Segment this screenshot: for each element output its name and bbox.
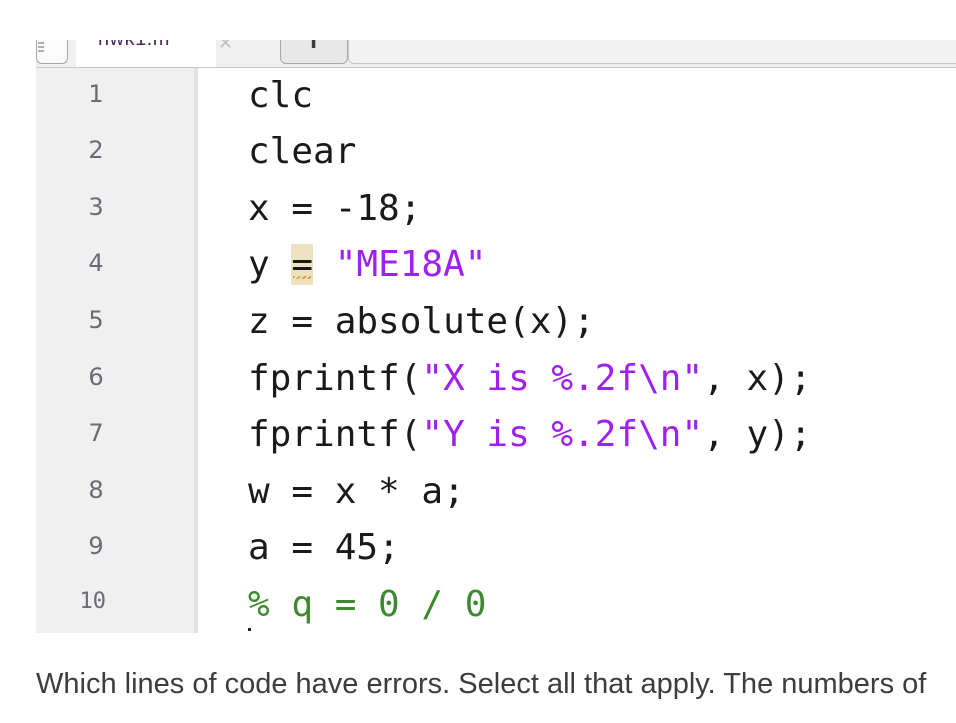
code-line[interactable]: a = 45;	[248, 520, 400, 576]
code-token: , x);	[703, 358, 812, 399]
code-line[interactable]: fprintf("X is %.2f\n", x);	[248, 351, 812, 407]
code-line[interactable]: z = absolute(x);	[248, 294, 595, 350]
comment-text: % q = 0 / 0	[248, 584, 487, 625]
line-number: 9	[88, 532, 104, 560]
string-literal: "Y is %.2f\n"	[421, 414, 704, 455]
line-number: 4	[88, 249, 104, 277]
close-icon[interactable]: ✕	[218, 40, 233, 53]
code-line[interactable]: fprintf("Y is %.2f\n", y);	[248, 407, 812, 463]
tab-strip-empty-area	[348, 40, 956, 64]
code-token: a = 45;	[248, 527, 400, 568]
new-tab-button[interactable]: +	[280, 40, 348, 64]
editor-tab-strip: hwk1.m ✕ +	[36, 40, 956, 68]
code-line[interactable]: clc	[248, 68, 313, 124]
line-number: 2	[88, 136, 104, 164]
tab-list-icon	[38, 40, 44, 52]
code-token: w = x * a;	[248, 471, 465, 512]
code-token: clear	[248, 131, 357, 172]
warning-highlight: =	[291, 244, 314, 285]
tab-title[interactable]: hwk1.m	[98, 40, 170, 51]
tab-list-button[interactable]	[36, 40, 68, 64]
code-token: clc	[248, 75, 314, 116]
line-number: 1	[88, 80, 104, 108]
code-token: x = -18;	[248, 188, 422, 229]
string-literal: "ME18A"	[334, 244, 487, 285]
code-token: z = absolute(x);	[248, 301, 595, 342]
line-number: 10	[79, 589, 107, 614]
line-number: 3	[88, 193, 104, 221]
code-line[interactable]: w = x * a;	[248, 464, 465, 520]
plus-icon: +	[301, 40, 326, 54]
code-line[interactable]: x = -18;	[248, 181, 421, 237]
question-prompt: Which lines of code have errors. Select …	[36, 668, 927, 700]
code-line[interactable]: % q = 0 / 0	[248, 577, 486, 633]
line-number: 8	[88, 476, 104, 504]
code-token: fprintf(	[248, 358, 422, 399]
code-line[interactable]: y = "ME18A"	[248, 237, 486, 293]
code-token: , y);	[703, 414, 812, 455]
code-line[interactable]: clear	[248, 124, 356, 180]
code-editor[interactable]: 1 2 3 4 5 6 7 8 9 10 clc clear x = -18; y = "ME18A" z…	[36, 68, 956, 633]
line-number: 6	[88, 363, 104, 391]
line-number-gutter: 1 2 3 4 5 6 7 8 9 10	[36, 68, 198, 633]
code-token: y	[248, 244, 292, 285]
line-number: 5	[88, 306, 104, 334]
string-literal: "X is %.2f\n"	[421, 358, 704, 399]
line-number: 7	[88, 419, 104, 447]
text-cursor	[248, 628, 251, 631]
code-token: fprintf(	[248, 414, 422, 455]
